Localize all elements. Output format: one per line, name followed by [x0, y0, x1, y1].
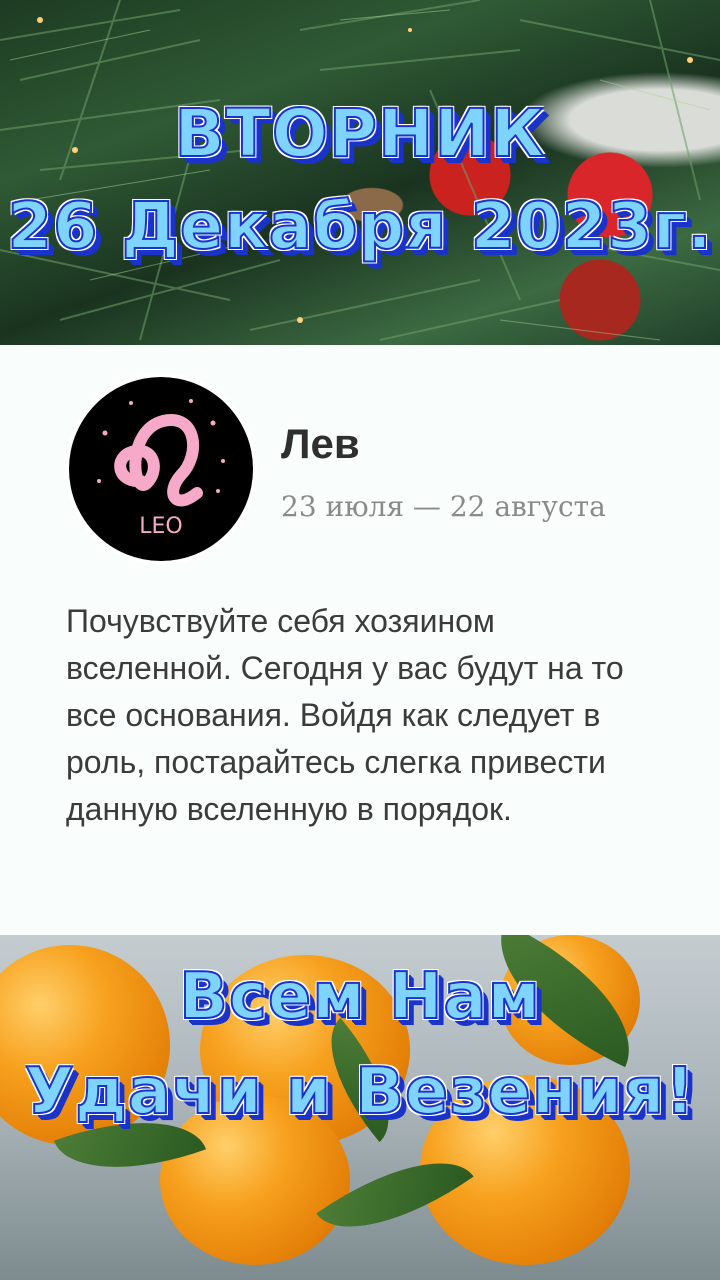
- date-title: 26 Декабря 2023г.: [6, 189, 713, 265]
- sign-name: Лев: [281, 420, 360, 467]
- forecast-text: Почувствуйте себя хозяином вселенной. Се…: [66, 603, 624, 827]
- sign-date-range: 23 июля — 22 августа: [281, 490, 606, 523]
- wish-line-1: Всем Нам: [178, 959, 541, 1035]
- leo-zodiac-icon: LEO: [65, 373, 257, 565]
- emblem-label: LEO: [139, 514, 182, 539]
- bottom-banner-tangerines-image: Всем Нам Удачи и Везения!: [0, 935, 720, 1280]
- weekday-title: ВТОРНИК: [173, 94, 546, 173]
- top-banner-pine-image: ВТОРНИК 26 Декабря 2023г.: [0, 0, 720, 345]
- pine-branches-decoration: [0, 0, 720, 341]
- wish-line-2: Удачи и Везения!: [24, 1054, 696, 1130]
